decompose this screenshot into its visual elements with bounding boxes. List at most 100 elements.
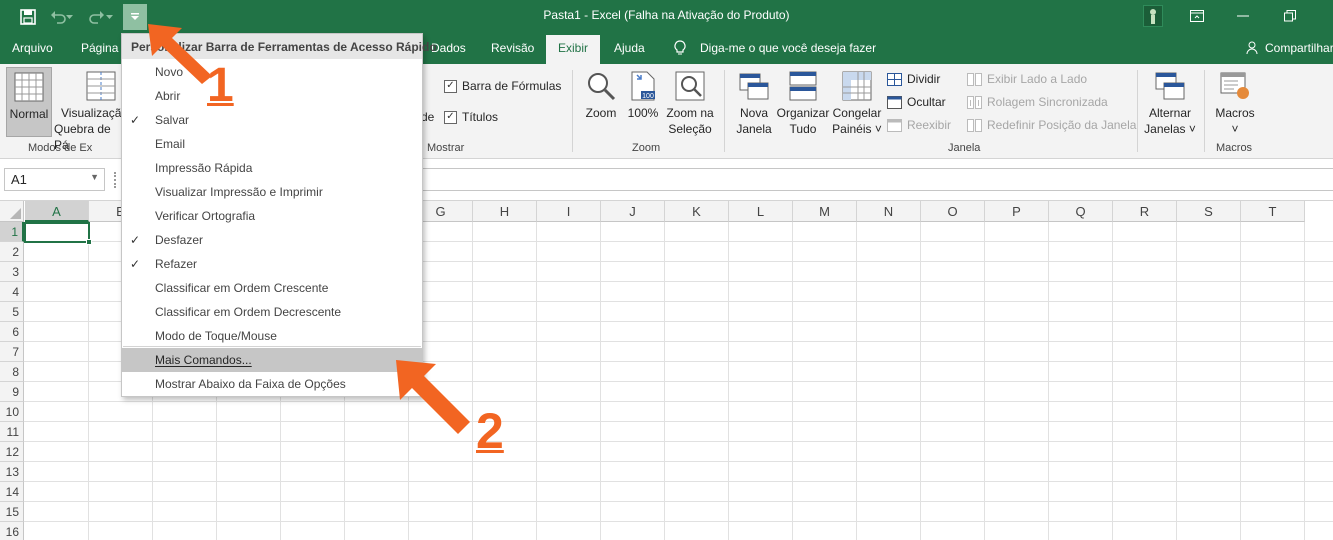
synchronous-scrolling-button[interactable]: Rolagem Sincronizada bbox=[967, 95, 1108, 109]
row-header[interactable]: 16 bbox=[0, 522, 24, 540]
name-box-dropdown-icon[interactable]: ▼ bbox=[90, 172, 99, 182]
menu-item[interactable]: Verificar Ortografia bbox=[122, 204, 422, 228]
row-header[interactable]: 6 bbox=[0, 322, 24, 342]
checkmark-icon: ✓ bbox=[130, 257, 141, 271]
row-header[interactable]: 12 bbox=[0, 442, 24, 462]
reset-window-position-button[interactable]: Redefinir Posição da Janela bbox=[967, 118, 1136, 132]
column-header[interactable]: N bbox=[857, 201, 921, 222]
row-gridline bbox=[24, 461, 1333, 462]
column-header[interactable]: K bbox=[665, 201, 729, 222]
column-header[interactable]: S bbox=[1177, 201, 1241, 222]
row-header[interactable]: 5 bbox=[0, 302, 24, 322]
menu-item[interactable]: Visualizar Impressão e Imprimir bbox=[122, 180, 422, 204]
new-window-label-1: Nova bbox=[739, 106, 768, 120]
formula-input[interactable] bbox=[420, 168, 1333, 191]
macros-button[interactable]: Macros ˅ bbox=[1212, 71, 1258, 137]
arrange-all-button[interactable]: Organizar Tudo bbox=[776, 71, 830, 137]
normal-view-button[interactable]: Normal bbox=[6, 67, 52, 137]
menu-item-more-commands-label: Mais Comandos... bbox=[155, 353, 252, 367]
fill-handle[interactable] bbox=[86, 239, 92, 245]
menu-item[interactable]: ✓ Desfazer bbox=[122, 228, 422, 252]
headings-checkbox[interactable]: ✓ Títulos bbox=[444, 110, 498, 124]
row-header[interactable]: 13 bbox=[0, 462, 24, 482]
row-header[interactable]: 7 bbox=[0, 342, 24, 362]
tab-revisao[interactable]: Revisão bbox=[491, 41, 534, 55]
tab-arquivo[interactable]: Arquivo bbox=[12, 41, 53, 55]
name-box[interactable]: A1 ▼ bbox=[4, 168, 105, 191]
zoom-100-button[interactable]: 100 100% bbox=[626, 71, 660, 121]
column-header[interactable]: R bbox=[1113, 201, 1177, 222]
hide-button[interactable]: Ocultar bbox=[887, 95, 946, 109]
column-header[interactable]: M bbox=[793, 201, 857, 222]
split-button[interactable]: Dividir bbox=[887, 72, 940, 86]
avatar[interactable] bbox=[1143, 5, 1163, 27]
column-header[interactable]: T bbox=[1241, 201, 1305, 222]
macros-label: Macros bbox=[1215, 106, 1255, 120]
menu-item[interactable]: ✓ Salvar bbox=[122, 108, 422, 132]
menu-item[interactable]: Classificar em Ordem Decrescente bbox=[122, 300, 422, 324]
menu-item[interactable]: Classificar em Ordem Crescente bbox=[122, 276, 422, 300]
row-header[interactable]: 8 bbox=[0, 362, 24, 382]
tell-me-input[interactable]: Diga-me o que você deseja fazer bbox=[700, 41, 876, 55]
freeze-panes-button[interactable]: Congelar Painéis ˅ bbox=[832, 71, 882, 137]
unhide-button[interactable]: Reexibir bbox=[887, 118, 951, 132]
annotation-arrow-2-icon bbox=[396, 360, 470, 434]
row-header[interactable]: 9 bbox=[0, 382, 24, 402]
page-break-view-button[interactable]: Visualizaçã Quebra de Pá bbox=[54, 71, 122, 153]
row-header[interactable]: 1 bbox=[0, 222, 24, 242]
zoom-button[interactable]: Zoom bbox=[582, 71, 620, 121]
switch-windows-label-1: Alternar bbox=[1148, 106, 1192, 120]
restore-icon[interactable] bbox=[1275, 6, 1305, 26]
person-icon bbox=[1246, 41, 1260, 58]
view-side-by-side-button[interactable]: Exibir Lado a Lado bbox=[967, 72, 1087, 86]
ribbon-display-options-icon[interactable] bbox=[1182, 6, 1212, 26]
macros-caret-icon: ˅ bbox=[1231, 122, 1239, 136]
selected-cell[interactable] bbox=[24, 222, 90, 243]
menu-item[interactable]: Modo de Toque/Mouse bbox=[122, 324, 422, 348]
switch-windows-icon bbox=[1155, 72, 1185, 100]
new-window-button[interactable]: Nova Janela bbox=[734, 71, 774, 137]
column-header[interactable]: J bbox=[601, 201, 665, 222]
row-header[interactable]: 10 bbox=[0, 402, 24, 422]
tab-exibir[interactable]: Exibir bbox=[546, 35, 601, 64]
zoom-selection-button[interactable]: Zoom na Seleção bbox=[664, 71, 716, 137]
column-header[interactable]: I bbox=[537, 201, 601, 222]
menu-item-label: Refazer bbox=[155, 257, 198, 271]
column-header[interactable]: P bbox=[985, 201, 1049, 222]
checkmark-icon: ✓ bbox=[130, 113, 141, 127]
menu-item-more-commands[interactable]: Mais Comandos... bbox=[122, 348, 422, 372]
tab-pagina[interactable]: Página bbox=[81, 41, 118, 55]
column-header[interactable]: Q bbox=[1049, 201, 1113, 222]
row-gridline bbox=[24, 501, 1333, 502]
tab-ajuda[interactable]: Ajuda bbox=[614, 41, 645, 55]
menu-item-label: Classificar em Ordem Decrescente bbox=[155, 305, 342, 319]
zoom-100-icon: 100 bbox=[631, 71, 655, 101]
minimize-icon[interactable] bbox=[1228, 6, 1258, 26]
reset-position-icon bbox=[967, 118, 982, 132]
de-fragment: de bbox=[421, 110, 435, 124]
name-box-value: A1 bbox=[11, 172, 27, 187]
switch-windows-button[interactable]: Alternar Janelas ˅ bbox=[1142, 71, 1198, 137]
row-header[interactable]: 11 bbox=[0, 422, 24, 442]
column-header[interactable]: L bbox=[729, 201, 793, 222]
row-header[interactable]: 14 bbox=[0, 482, 24, 502]
formula-bar-checkbox[interactable]: ✓ Barra de Fórmulas bbox=[444, 79, 561, 93]
menu-item[interactable]: Impressão Rápida bbox=[122, 156, 422, 180]
row-header[interactable]: 15 bbox=[0, 502, 24, 522]
select-all-corner[interactable] bbox=[0, 201, 24, 222]
share-button[interactable]: Compartilhar bbox=[1265, 41, 1333, 55]
menu-item-label: Visualizar Impressão e Imprimir bbox=[155, 185, 323, 199]
magnifier-icon bbox=[588, 73, 616, 101]
menu-item[interactable]: ✓ Refazer bbox=[122, 252, 422, 276]
menu-item[interactable]: Abrir bbox=[122, 84, 422, 108]
column-header[interactable]: H bbox=[473, 201, 537, 222]
menu-item-show-below-ribbon[interactable]: Mostrar Abaixo da Faixa de Opções bbox=[122, 372, 422, 396]
arrange-all-label-1: Organizar bbox=[776, 106, 830, 120]
row-header[interactable]: 3 bbox=[0, 262, 24, 282]
column-header[interactable]: O bbox=[921, 201, 985, 222]
row-header[interactable]: 4 bbox=[0, 282, 24, 302]
hide-icon bbox=[887, 95, 902, 109]
row-header[interactable]: 2 bbox=[0, 242, 24, 262]
menu-item[interactable]: Email bbox=[122, 132, 422, 156]
column-header[interactable]: A bbox=[25, 201, 89, 222]
